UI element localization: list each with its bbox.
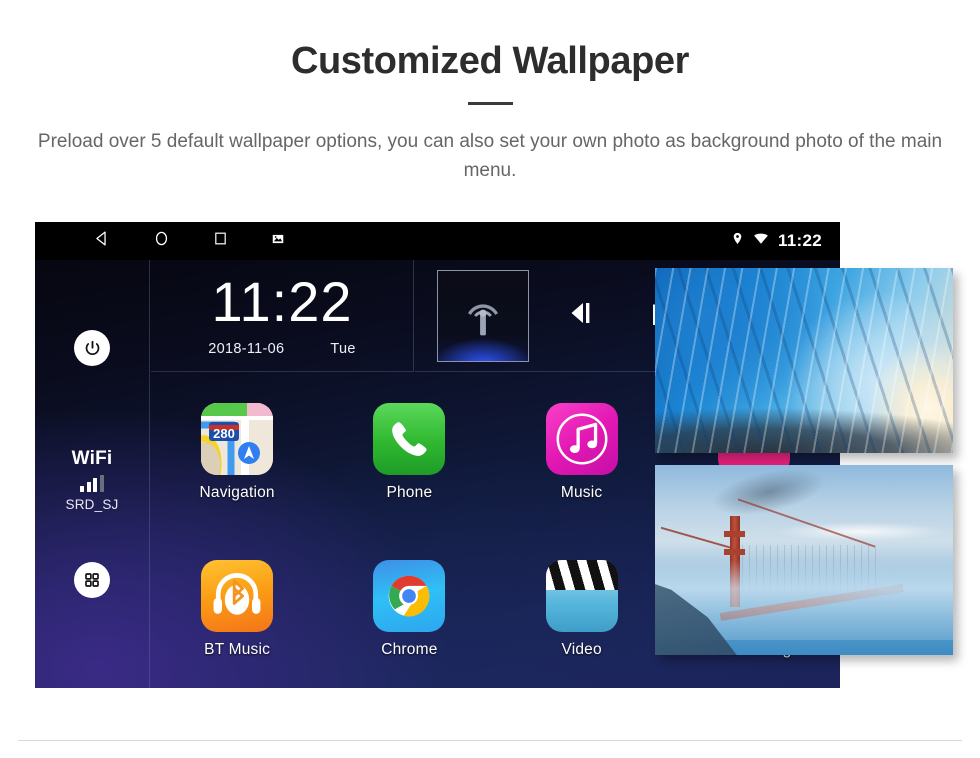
status-bar-clock: 11:22 xyxy=(777,231,822,250)
left-sidebar: WiFi SRD_SJ xyxy=(35,260,150,688)
bluetooth-headphones-icon xyxy=(201,560,274,632)
app-navigation[interactable]: 280 Navigation xyxy=(151,374,323,531)
wifi-status[interactable]: WiFi SRD_SJ xyxy=(66,448,119,512)
music-note-icon xyxy=(545,403,618,475)
app-bt-music[interactable]: BT Music xyxy=(151,531,323,688)
navigation-maps-icon: 280 xyxy=(201,403,274,475)
android-status-bar: 11:22 xyxy=(35,222,840,260)
page-subtitle: Preload over 5 default wallpaper options… xyxy=(37,131,943,182)
golden-gate-image xyxy=(655,465,953,655)
chrome-browser-icon xyxy=(373,560,446,632)
app-label: BT Music xyxy=(204,641,271,658)
section-divider xyxy=(18,740,962,741)
app-label: Video xyxy=(561,641,602,658)
home-icon[interactable] xyxy=(153,230,170,252)
header: Customized Wallpaper Preload over 5 defa… xyxy=(0,0,980,186)
page-root: Customized Wallpaper Preload over 5 defa… xyxy=(0,0,980,758)
app-label: Navigation xyxy=(199,484,275,501)
clapper-stripes xyxy=(545,560,618,590)
previous-track-icon[interactable] xyxy=(569,300,599,331)
svg-text:280: 280 xyxy=(213,426,235,441)
recents-icon[interactable] xyxy=(213,231,228,251)
video-clapperboard-icon xyxy=(545,560,618,632)
radio-broadcast-icon[interactable] xyxy=(437,269,529,362)
power-button[interactable] xyxy=(74,330,110,366)
wifi-signal-bars-icon xyxy=(66,475,119,492)
clock-weekday: Tue xyxy=(330,341,356,357)
phone-handset-icon xyxy=(373,403,446,475)
back-icon[interactable] xyxy=(93,230,110,252)
clock-date: 2018-11-06 xyxy=(208,341,285,357)
app-label: Music xyxy=(560,484,603,501)
wifi-icon xyxy=(753,232,769,250)
navigation-buttons xyxy=(93,230,285,252)
app-phone[interactable]: Phone xyxy=(323,374,495,531)
status-indicators: 11:22 xyxy=(731,231,822,251)
wifi-label: WiFi xyxy=(71,448,113,469)
screenshot-icon[interactable] xyxy=(271,232,285,251)
ice-cave-wallpaper[interactable] xyxy=(655,268,953,453)
clock-widget[interactable]: 11:22 2018-11-06 Tue xyxy=(151,260,414,372)
clock-date-row: 2018-11-06 Tue xyxy=(208,341,355,357)
golden-gate-wallpaper[interactable] xyxy=(655,465,953,655)
title-underline xyxy=(467,102,513,105)
clock-time: 11:22 xyxy=(211,270,353,333)
all-apps-button[interactable] xyxy=(74,562,110,598)
app-label: Chrome xyxy=(381,641,438,658)
wifi-ssid: SRD_SJ xyxy=(65,497,119,512)
location-pin-icon xyxy=(731,231,744,251)
app-video[interactable]: Video xyxy=(496,531,668,688)
app-label: Phone xyxy=(386,484,433,501)
page-title: Customized Wallpaper xyxy=(290,40,690,82)
app-chrome[interactable]: Chrome xyxy=(323,531,495,688)
app-music[interactable]: Music xyxy=(496,374,668,531)
ice-cave-image xyxy=(655,268,953,453)
